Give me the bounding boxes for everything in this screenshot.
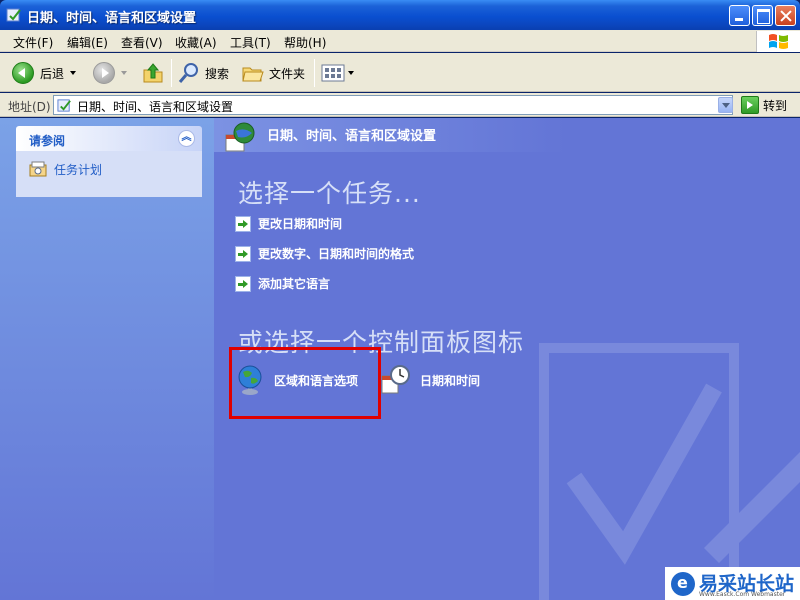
see-also-box: 请参阅 ︽ 任务计划 [16,126,202,197]
folders-icon [242,67,264,82]
back-dropdown-icon[interactable] [70,71,77,75]
toolbar-separator [171,59,172,87]
menu-file[interactable]: 文件(F) [13,34,53,51]
date-time-item[interactable]: 日期和时间 [380,364,480,396]
views-icon [321,64,345,82]
task-label: 更改数字、日期和时间的格式 [258,247,415,261]
forward-dropdown-icon[interactable] [121,71,127,75]
category-title: 日期、时间、语言和区域设置 [267,129,437,144]
windows-logo [756,31,800,52]
pick-a-task-heading: 选择一个任务... [238,179,421,208]
address-value: 日期、时间、语言和区域设置 [77,100,234,114]
task-label: 添加其它语言 [258,277,331,291]
site-watermark-badge: 易采站长站 Www.Easck.Com Webmaster [665,567,800,600]
task-change-date-time[interactable]: 更改日期和时间 [235,215,342,232]
address-bar: 地址(D) 日期、时间、语言和区域设置 转到 [0,93,800,117]
menu-view[interactable]: 查看(V) [121,34,163,51]
back-label: 后退 [40,66,65,81]
search-label: 搜索 [205,66,230,81]
toolbar-separator [314,59,315,87]
main-content: 日期、时间、语言和区域设置 选择一个任务... 更改日期和时间 更改数字、日期和… [214,118,800,600]
minimize-button[interactable] [729,5,750,26]
control-panel-icon [6,8,21,22]
window-title: 日期、时间、语言和区域设置 [27,11,197,26]
task-label: 更改日期和时间 [258,217,343,231]
menu-help[interactable]: 帮助(H) [284,34,326,51]
date-time-language-globe-icon [225,122,255,152]
see-also-header[interactable]: 请参阅 ︽ [16,126,202,151]
menu-tools[interactable]: 工具(T) [230,34,271,51]
clock-calendar-icon [381,365,410,394]
go-label: 转到 [763,98,788,113]
title-bar[interactable]: 日期、时间、语言和区域设置 [0,0,800,30]
search-button[interactable]: 搜索 [177,59,229,87]
folders-button[interactable]: 文件夹 [241,59,305,87]
folders-label: 文件夹 [269,66,306,81]
task-arrow-icon [235,245,251,262]
windows-flag-icon [769,34,788,49]
up-folder-icon [143,63,163,83]
task-change-number-date-format[interactable]: 更改数字、日期和时间的格式 [235,245,414,262]
go-arrow-icon [741,96,759,114]
left-task-pane: 请参阅 ︽ 任务计划 [0,118,214,600]
forward-button[interactable] [93,59,127,87]
views-button[interactable] [321,59,354,87]
address-dropdown-button[interactable] [718,97,733,113]
close-button[interactable] [775,5,796,26]
toolbar: 后退 搜索 文件夹 [0,53,800,92]
maximize-button[interactable] [752,5,773,26]
task-arrow-icon [235,215,251,232]
see-also-body: 任务计划 [16,151,202,197]
control-panel-icon [57,99,71,112]
task-arrow-icon [235,275,251,292]
scheduled-tasks-icon [29,161,47,177]
menu-favorites[interactable]: 收藏(A) [175,34,217,51]
badge-subtext: Www.Easck.Com Webmaster [699,591,786,598]
category-header: 日期、时间、语言和区域设置 [214,118,800,152]
date-time-label: 日期和时间 [420,373,481,388]
back-button[interactable]: 后退 [12,59,77,87]
address-label: 地址(D) [8,100,51,114]
task-add-languages[interactable]: 添加其它语言 [235,275,330,292]
see-also-title: 请参阅 [29,134,66,148]
collapse-chevron-icon[interactable]: ︽ [178,130,195,147]
go-button[interactable]: 转到 [741,96,787,114]
search-icon [178,63,198,83]
up-folder-button[interactable] [142,59,164,87]
forward-arrow-icon [93,62,115,84]
back-arrow-icon [12,62,34,84]
views-dropdown-icon[interactable] [348,71,354,75]
site-logo-icon [671,572,695,596]
address-input[interactable]: 日期、时间、语言和区域设置 [53,95,733,115]
menu-bar: 文件(F) 编辑(E) 查看(V) 收藏(A) 工具(T) 帮助(H) [0,30,800,52]
sidebar-item-scheduled-tasks[interactable]: 任务计划 [54,161,102,178]
menu-edit[interactable]: 编辑(E) [67,34,108,51]
highlight-box [229,347,381,419]
watermark-checkmark-icon [539,343,800,600]
